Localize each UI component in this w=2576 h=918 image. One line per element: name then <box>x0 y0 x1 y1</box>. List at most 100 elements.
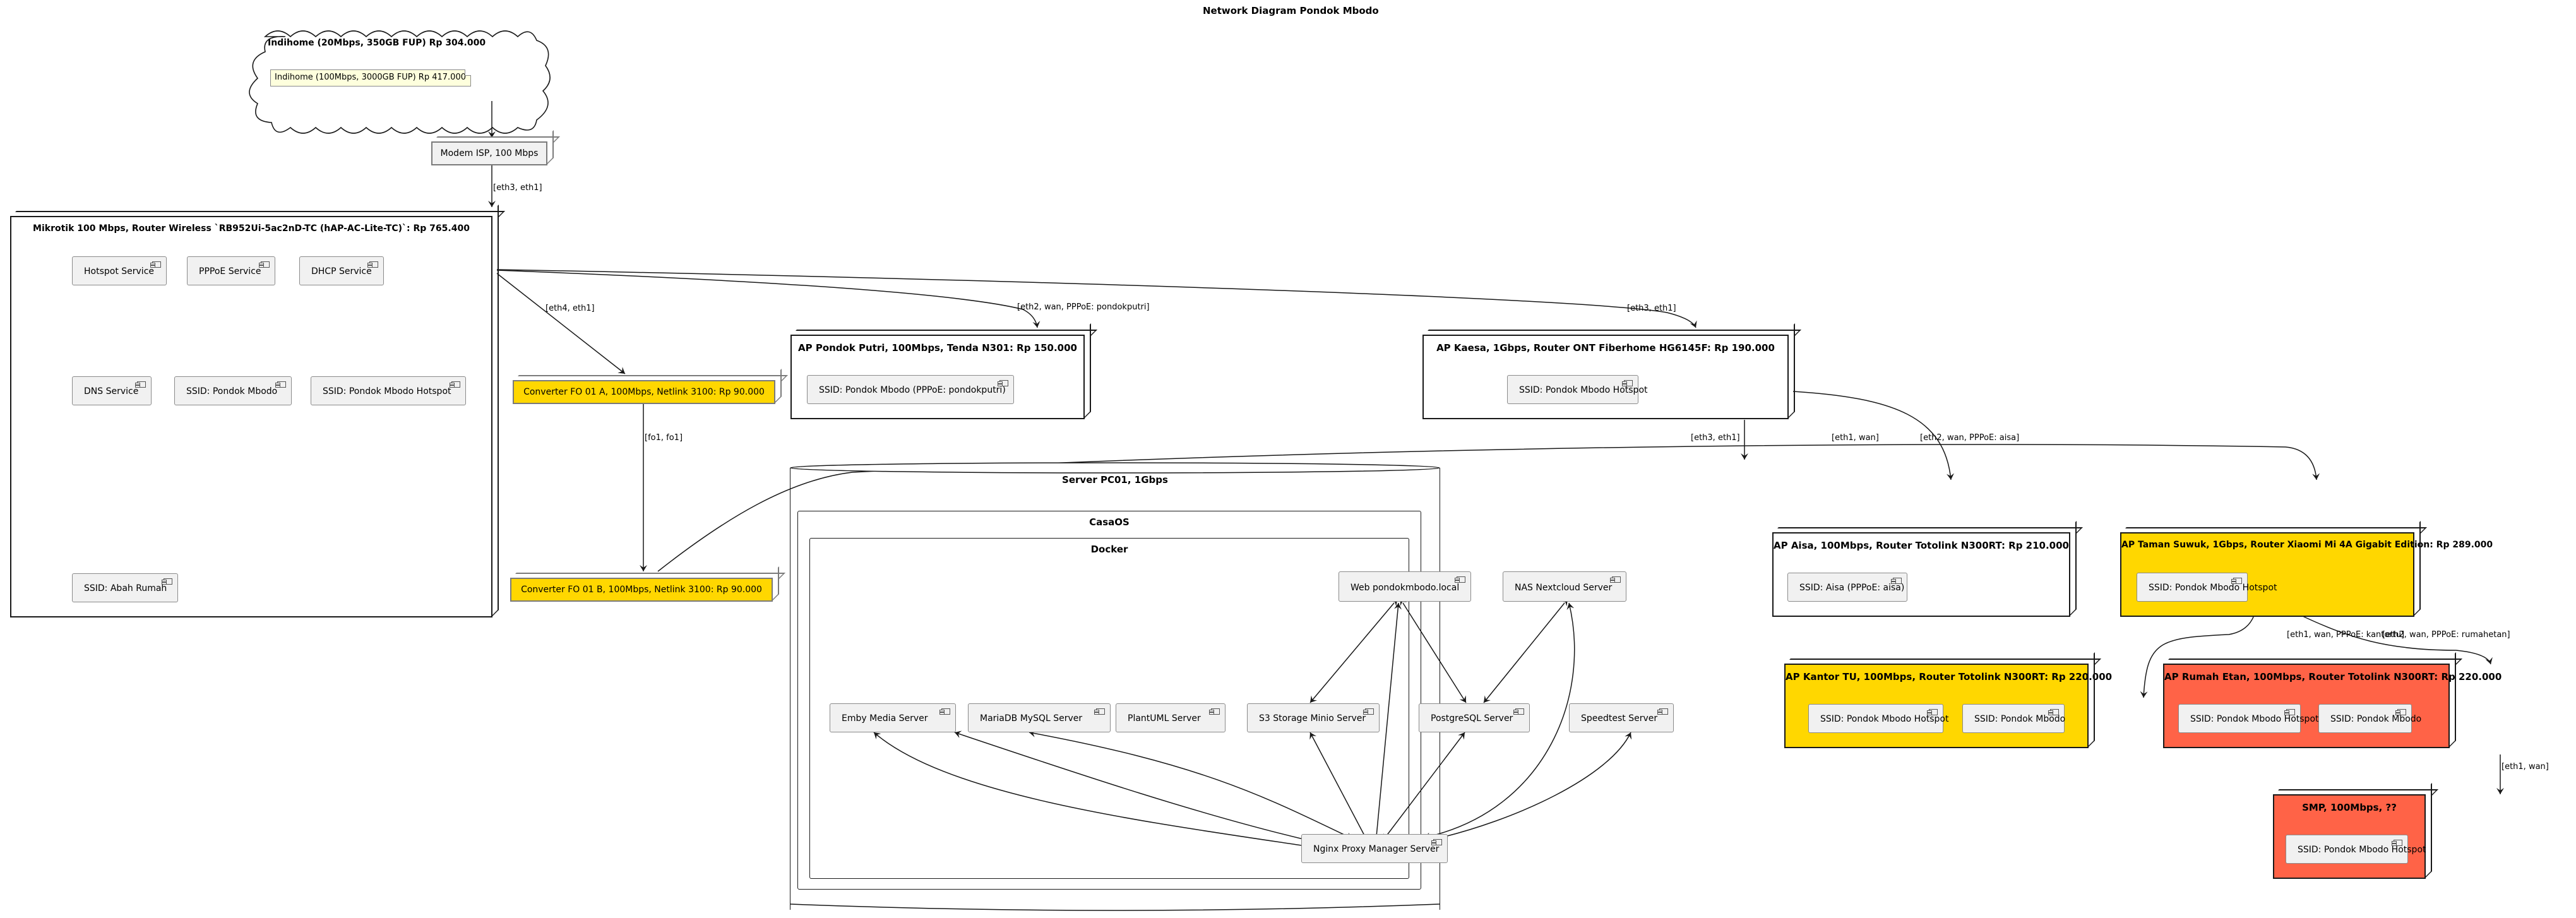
edge-label-mikrotik-conv-a: [eth4, eth1] <box>546 304 595 313</box>
component-ssid-abah-rumah[interactable]: SSID: Abah Rumah <box>72 573 178 602</box>
edge-nas-postgres <box>1483 599 1568 703</box>
component-icon <box>1927 709 1938 715</box>
component-icon <box>939 708 950 715</box>
smp-node[interactable]: SMP, 100Mbps, ?? SSID: Pondok Mbodo Hots… <box>2273 794 2426 879</box>
component-icon <box>998 380 1008 386</box>
ap-aisa-node[interactable]: AP Aisa, 100Mbps, Router Totolink N300RT… <box>1772 532 2070 617</box>
component-dhcp-service[interactable]: DHCP Service <box>299 256 384 285</box>
ap-rumah-etan-node[interactable]: AP Rumah Etan, 100Mbps, Router Totolink … <box>2163 664 2502 748</box>
component-ssid-pondok-mbodo-hotspot[interactable]: SSID: Pondok Mbodo Hotspot <box>311 376 466 405</box>
mikrotik-node[interactable]: Mikrotik 100 Mbps, Router Wireless `RB95… <box>10 216 492 617</box>
component-label: PostgreSQL Server <box>1431 713 1513 724</box>
component-ssid-kaesa-hotspot[interactable]: SSID: Pondok Mbodo Hotspot <box>1507 375 1648 404</box>
component-web-pondokmbodo[interactable]: Web pondokmbodo.local <box>1339 571 1471 602</box>
component-icon <box>1209 708 1220 715</box>
edge-label-taman-etan: [eth2, wan, PPPoE: rumahetan] <box>2382 630 2510 640</box>
component-nginx-proxy-manager[interactable]: Nginx Proxy Manager Server <box>1301 834 1448 863</box>
ap-taman-suwuk-node[interactable]: AP Taman Suwuk, 1Gbps, Router Xiaomi Mi … <box>2120 532 2493 617</box>
component-label: SSID: Pondok Mbodo Hotspot <box>1519 385 1648 395</box>
server-title: Server PC01, 1Gbps <box>1062 474 1168 486</box>
component-icon <box>2048 709 2059 715</box>
component-plantuml[interactable]: PlantUML Server <box>1116 703 1225 732</box>
component-icon <box>259 261 270 268</box>
ap-aisa-title: AP Aisa, 100Mbps, Router Totolink N300RT… <box>1774 540 2069 551</box>
component-ssid-kantor-hotspot[interactable]: SSID: Pondok Mbodo Hotspot <box>1808 704 1949 733</box>
edge-label-kaesa-server: [eth3, eth1] <box>1691 433 1740 443</box>
edge-mikrotik-putri <box>496 270 1041 328</box>
component-ssid-pondokputri[interactable]: SSID: Pondok Mbodo (PPPoE: pondokputri) <box>807 375 1014 404</box>
converter-a-label: Converter FO 01 A, 100Mbps, Netlink 3100… <box>523 387 765 397</box>
component-label: SSID: Aisa (PPPoE: aisa) <box>1799 583 1905 593</box>
edge-label-modem-mikrotik: [eth3, eth1] <box>493 183 542 193</box>
component-label: SSID: Pondok Mbodo <box>1974 714 2066 724</box>
component-label: DNS Service <box>84 386 139 396</box>
mikrotik-title: Mikrotik 100 Mbps, Router Wireless `RB95… <box>33 224 470 234</box>
edge-mikrotik-conv-a <box>496 273 626 374</box>
component-ssid-etan-hotspot[interactable]: SSID: Pondok Mbodo Hotspot <box>2178 704 2319 733</box>
component-ssid-smp-hotspot[interactable]: SSID: Pondok Mbodo Hotspot <box>2286 835 2426 864</box>
component-icon <box>1513 708 1524 715</box>
component-label: Hotspot Service <box>84 266 155 277</box>
component-postgresql[interactable]: PostgreSQL Server <box>1419 703 1530 732</box>
edge-taman-etan <box>2301 615 2493 665</box>
component-label: PlantUML Server <box>1128 713 1201 724</box>
component-label: SSID: Pondok Mbodo Hotspot <box>2190 714 2319 724</box>
ap-rumah-etan-title: AP Rumah Etan, 100Mbps, Router Totolink … <box>2164 671 2502 683</box>
component-nas-nextcloud[interactable]: NAS Nextcloud Server <box>1503 571 1626 602</box>
modem-node[interactable]: Modem ISP, 100 Mbps <box>431 141 547 165</box>
ap-kaesa-node[interactable]: AP Kaesa, 1Gbps, Router ONT Fiberhome HG… <box>1422 335 1789 419</box>
component-speedtest[interactable]: Speedtest Server <box>1569 703 1674 732</box>
component-icon <box>2284 709 2295 715</box>
converter-a-node[interactable]: Converter FO 01 A, 100Mbps, Netlink 3100… <box>513 380 775 404</box>
component-label: S3 Storage Minio Server <box>1259 713 1366 724</box>
converter-b-node[interactable]: Converter FO 01 B, 100Mbps, Netlink 3100… <box>510 578 773 602</box>
ap-kantor-tu-title: AP Kantor TU, 100Mbps, Router Totolink N… <box>1786 671 2113 683</box>
component-label: Nginx Proxy Manager Server <box>1313 844 1440 854</box>
component-ssid-pondok-mbodo[interactable]: SSID: Pondok Mbodo <box>174 376 292 405</box>
component-label: SSID: Pondok Mbodo Hotspot <box>2298 845 2426 855</box>
component-label: SSID: Abah Rumah <box>84 583 167 593</box>
edge-nginx-speedtest <box>1427 732 1632 843</box>
component-icon <box>450 381 460 388</box>
component-label: DHCP Service <box>311 266 372 277</box>
docker-title: Docker <box>1090 544 1128 555</box>
component-label: SSID: Pondok Mbodo Hotspot <box>2149 583 2277 593</box>
cloud-note: Indihome (100Mbps, 3000GB FUP) Rp 417.00… <box>270 69 471 86</box>
component-label: SSID: Pondok Mbodo <box>2330 714 2422 724</box>
casaos-title: CasaOS <box>1089 516 1130 528</box>
ap-kaesa-title: AP Kaesa, 1Gbps, Router ONT Fiberhome HG… <box>1436 342 1775 354</box>
component-label: SSID: Pondok Mbodo <box>186 386 278 396</box>
component-ssid-etan-mbodo[interactable]: SSID: Pondok Mbodo <box>2318 704 2421 733</box>
component-ssid-aisa[interactable]: SSID: Aisa (PPPoE: aisa) <box>1787 573 1907 602</box>
component-ssid-taman-hotspot[interactable]: SSID: Pondok Mbodo Hotspot <box>2137 573 2277 602</box>
component-icon <box>1891 578 1902 584</box>
component-icon <box>135 381 146 388</box>
edge-label-mikrotik-putri: [eth2, wan, PPPoE: pondokputri] <box>1017 302 1150 312</box>
component-pppoe-service[interactable]: PPPoE Service <box>187 256 275 285</box>
component-label: Speedtest Server <box>1581 713 1658 724</box>
component-s3-minio[interactable]: S3 Storage Minio Server <box>1247 703 1380 732</box>
cloud-title: Indihome (20Mbps, 350GB FUP) Rp 304.000 <box>268 38 486 48</box>
component-emby-media[interactable]: Emby Media Server <box>830 703 956 732</box>
edge-label-conv-b-taman: [eth1, wan] <box>1832 433 1879 443</box>
component-icon <box>1622 380 1633 386</box>
casaos-frame: CasaOS Docker <box>797 511 1421 890</box>
component-icon <box>275 381 286 388</box>
component-icon <box>367 261 378 268</box>
component-hotspot-service[interactable]: Hotspot Service <box>72 256 167 285</box>
edge-label-kaesa-aisa: [eth2, wan, PPPoE: aisa] <box>1920 433 2020 443</box>
component-icon <box>1455 576 1465 583</box>
ap-pondok-putri-title: AP Pondok Putri, 100Mbps, Tenda N301: Rp… <box>798 342 1077 354</box>
component-label: Emby Media Server <box>842 713 928 724</box>
modem-label: Modem ISP, 100 Mbps <box>440 148 539 158</box>
component-label: PPPoE Service <box>199 266 261 277</box>
component-dns-service[interactable]: DNS Service <box>72 376 152 405</box>
component-icon <box>162 578 172 585</box>
component-icon <box>1610 576 1621 583</box>
ap-kantor-tu-node[interactable]: AP Kantor TU, 100Mbps, Router Totolink N… <box>1784 664 2113 748</box>
ap-pondok-putri-node[interactable]: AP Pondok Putri, 100Mbps, Tenda N301: Rp… <box>790 335 1085 419</box>
component-mariadb[interactable]: MariaDB MySQL Server <box>968 703 1111 732</box>
component-ssid-kantor-mbodo[interactable]: SSID: Pondok Mbodo <box>1962 704 2065 733</box>
component-label: Web pondokmbodo.local <box>1351 583 1460 593</box>
component-label: SSID: Pondok Mbodo Hotspot <box>323 386 451 396</box>
